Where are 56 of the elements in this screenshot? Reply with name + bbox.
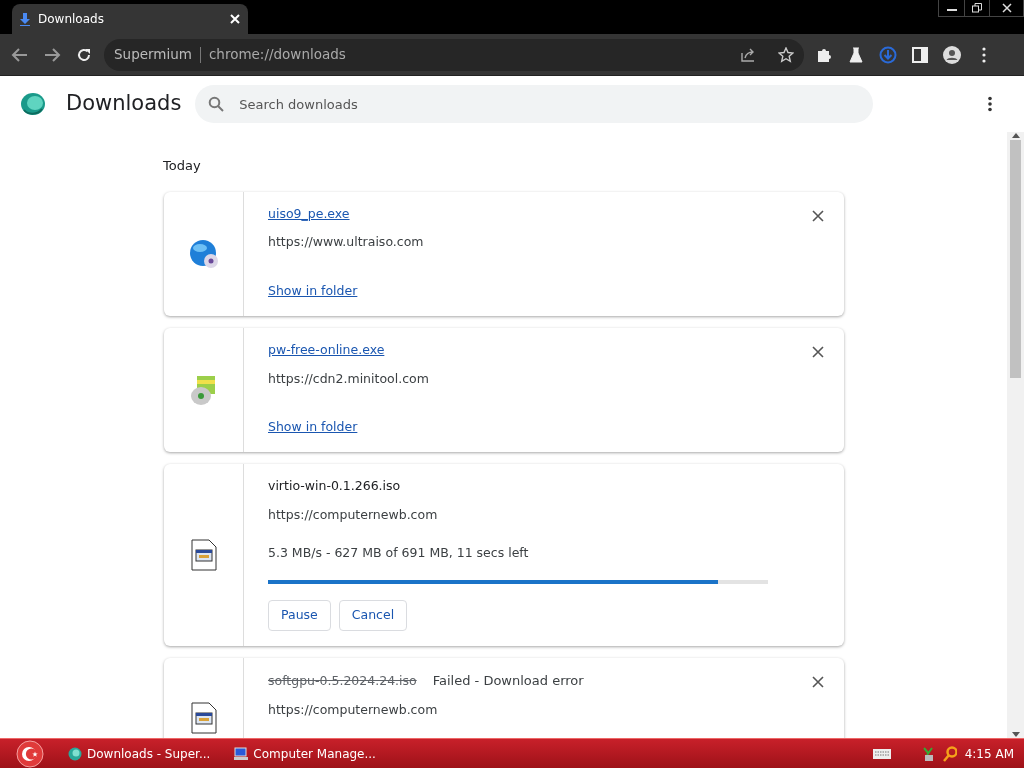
document-icon	[190, 539, 217, 571]
share-icon[interactable]	[740, 46, 756, 63]
remove-button[interactable]	[812, 209, 826, 224]
restore-icon[interactable]	[972, 3, 982, 13]
computer-icon	[234, 746, 249, 761]
profile-icon[interactable]	[943, 45, 961, 64]
scrollbar[interactable]	[1007, 132, 1024, 738]
progress-text: 5.3 MB/s - 627 MB of 691 MB, 11 secs left	[268, 543, 530, 562]
cancel-button[interactable]: Cancel	[338, 600, 408, 631]
source-url: https://www.ultraiso.com	[268, 233, 425, 252]
remove-button[interactable]	[812, 345, 826, 360]
file-link[interactable]: uiso9_pe.exe	[268, 204, 350, 224]
search-field[interactable]: Search downloads	[195, 85, 874, 123]
download-icon	[20, 12, 30, 26]
globe-icon	[188, 238, 219, 269]
start-orb-icon	[16, 739, 44, 768]
section-heading: Today	[163, 157, 202, 175]
document-icon	[190, 702, 217, 734]
address-bar[interactable]: Supermium chrome://downloads	[104, 38, 804, 71]
flask-icon[interactable]	[847, 45, 865, 64]
browser-icon	[68, 746, 82, 761]
clock[interactable]: 4:15 AM	[964, 744, 1014, 763]
file-name: softgpu-0.5.2024.24.iso	[268, 672, 417, 690]
close-icon	[812, 676, 824, 688]
close-icon	[812, 209, 824, 222]
side-panel-icon[interactable]	[911, 45, 929, 64]
close-icon	[812, 345, 824, 358]
status-text: Failed - Download error	[432, 672, 584, 690]
show-in-folder-link[interactable]: Show in folder	[268, 418, 358, 437]
page-title: Downloads	[66, 90, 182, 118]
pause-button[interactable]: Pause	[268, 600, 331, 631]
taskbar-item[interactable]: Computer Manage...	[228, 740, 382, 767]
download-progress-icon[interactable]	[879, 45, 897, 64]
star-icon[interactable]	[778, 46, 794, 63]
close-icon[interactable]	[1001, 3, 1012, 13]
source-url: https://computernewb.com	[268, 505, 439, 524]
magnifier-icon[interactable]	[942, 745, 957, 762]
network-icon[interactable]	[920, 745, 935, 762]
taskbar-item[interactable]: Downloads - Super...	[62, 740, 217, 767]
site-label: Supermium	[114, 45, 192, 65]
source-url: https://computernewb.com	[268, 700, 439, 719]
more-menu-icon[interactable]	[987, 96, 993, 112]
remove-button[interactable]	[812, 676, 826, 690]
scroll-up-icon[interactable]	[1011, 132, 1020, 138]
back-icon[interactable]	[11, 45, 29, 64]
show-in-folder-link[interactable]: Show in folder	[268, 282, 358, 301]
scrollbar-thumb[interactable]	[1010, 140, 1021, 378]
file-name: virtio-win-0.1.266.iso	[268, 477, 401, 495]
file-link[interactable]: pw-free-online.exe	[268, 340, 385, 360]
logo-icon	[20, 92, 46, 116]
url-text: chrome://downloads	[208, 45, 346, 65]
source-url: https://cdn2.minitool.com	[268, 369, 430, 388]
browser-tab[interactable]: Downloads	[12, 4, 248, 34]
keyboard-icon[interactable]	[872, 748, 891, 759]
tab-title: Downloads	[38, 11, 105, 28]
forward-icon[interactable]	[43, 45, 61, 64]
